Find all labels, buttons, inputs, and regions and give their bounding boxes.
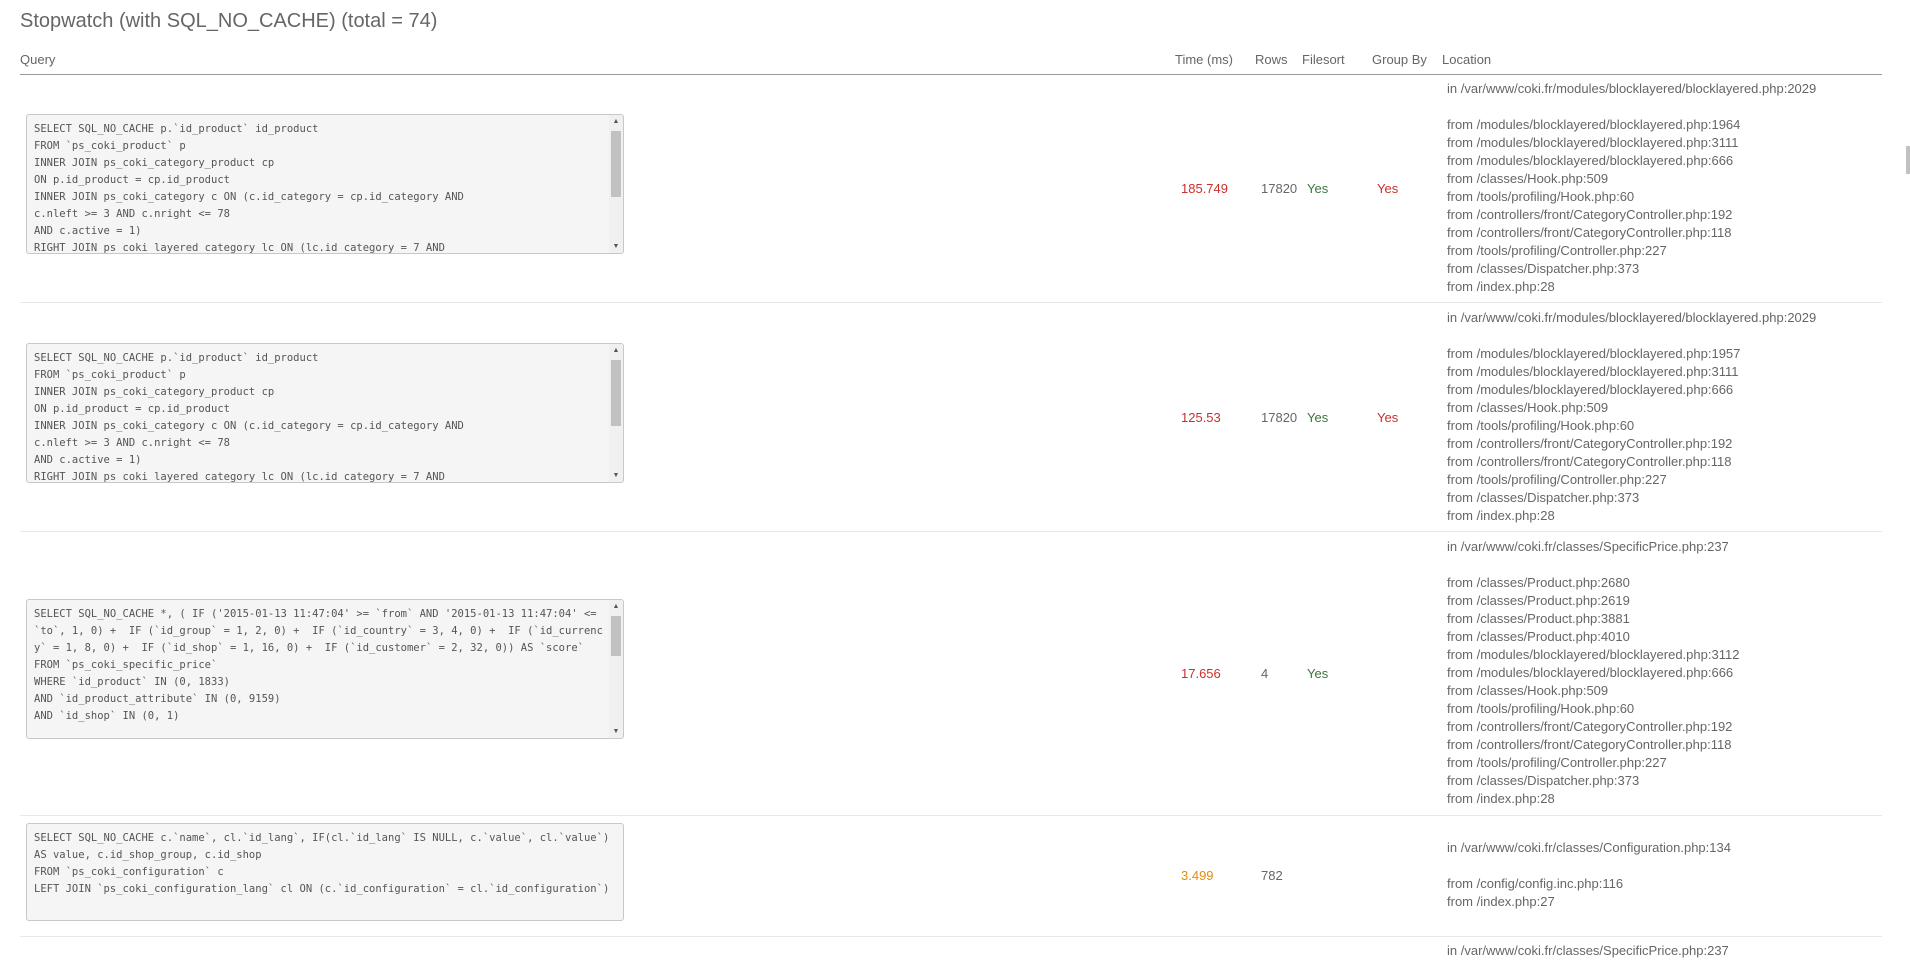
trace-line: from /classes/Hook.php:509 bbox=[1447, 400, 1609, 415]
trace-line: from /classes/Product.php:2619 bbox=[1447, 593, 1630, 608]
trace-line: from /tools/profiling/Hook.php:60 bbox=[1447, 189, 1635, 204]
query-rows: 782 bbox=[1261, 868, 1283, 883]
query-time: 185.749 bbox=[1181, 181, 1228, 196]
query-textarea[interactable]: SELECT SQL_NO_CACHE p.`id_product` id_pr… bbox=[26, 114, 624, 254]
trace-line: from /modules/blocklayered/blocklayered.… bbox=[1447, 665, 1734, 680]
stack-trace: from /modules/blocklayered/blocklayered.… bbox=[1447, 116, 1740, 296]
query-textarea[interactable]: SELECT SQL_NO_CACHE *, ( IF ('2015-01-13… bbox=[26, 599, 624, 739]
page-title: Stopwatch (with SQL_NO_CACHE) (total = 7… bbox=[20, 10, 438, 32]
scroll-down-icon[interactable]: ▼ bbox=[609, 726, 623, 737]
trace-line: from /index.php:27 bbox=[1447, 894, 1555, 909]
filesort-status: Yes bbox=[1307, 181, 1329, 196]
trace-line: from /index.php:28 bbox=[1447, 279, 1555, 294]
trace-line: from /classes/Dispatcher.php:373 bbox=[1447, 261, 1640, 276]
query-scrollbar[interactable]: ▲ ▼ bbox=[609, 115, 623, 253]
header-divider bbox=[20, 74, 1882, 75]
trace-line: from /controllers/front/CategoryControll… bbox=[1447, 436, 1733, 451]
row-divider bbox=[20, 302, 1882, 303]
trace-line: from /tools/profiling/Controller.php:227 bbox=[1447, 755, 1667, 770]
query-time: 3.499 bbox=[1181, 868, 1214, 883]
trace-line: from /classes/Dispatcher.php:373 bbox=[1447, 490, 1640, 505]
stack-trace: from /modules/blocklayered/blocklayered.… bbox=[1447, 345, 1740, 525]
stack-trace: from /classes/Product.php:2680 from /cla… bbox=[1447, 574, 1739, 808]
query-textarea[interactable]: SELECT SQL_NO_CACHE c.`name`, cl.`id_lan… bbox=[26, 823, 624, 921]
trace-line: from /modules/blocklayered/blocklayered.… bbox=[1447, 364, 1739, 379]
query-text: SELECT SQL_NO_CACHE p.`id_product` id_pr… bbox=[34, 123, 464, 253]
trace-line: from /modules/blocklayered/blocklayered.… bbox=[1447, 117, 1741, 132]
trace-line: from /classes/Product.php:4010 bbox=[1447, 629, 1630, 644]
trace-line: from /config/config.inc.php:116 bbox=[1447, 876, 1624, 891]
column-header-query: Query bbox=[20, 52, 56, 67]
trace-line: from /classes/Product.php:3881 bbox=[1447, 611, 1630, 626]
query-text: SELECT SQL_NO_CACHE c.`name`, cl.`id_lan… bbox=[34, 832, 610, 895]
query-textarea[interactable]: SELECT SQL_NO_CACHE p.`id_product` id_pr… bbox=[26, 343, 624, 483]
trace-line: from /controllers/front/CategoryControll… bbox=[1447, 454, 1732, 469]
trace-line: from /modules/blocklayered/blocklayered.… bbox=[1447, 153, 1734, 168]
column-header-filesort: Filesort bbox=[1302, 52, 1345, 67]
query-text: SELECT SQL_NO_CACHE *, ( IF ('2015-01-13… bbox=[34, 608, 603, 722]
trace-line: from /classes/Hook.php:509 bbox=[1447, 683, 1609, 698]
trace-line: from /tools/profiling/Controller.php:227 bbox=[1447, 243, 1667, 258]
scroll-up-icon[interactable]: ▲ bbox=[609, 601, 623, 612]
query-rows: 4 bbox=[1261, 666, 1269, 681]
group-by-status: Yes bbox=[1377, 181, 1399, 196]
trace-line: from /tools/profiling/Controller.php:227 bbox=[1447, 472, 1667, 487]
trace-line: from /classes/Dispatcher.php:373 bbox=[1447, 773, 1640, 788]
column-header-rows: Rows bbox=[1255, 52, 1288, 67]
query-scrollbar[interactable]: ▲ ▼ bbox=[609, 344, 623, 482]
column-header-location: Location bbox=[1442, 52, 1492, 67]
scroll-thumb[interactable] bbox=[611, 131, 621, 197]
filesort-status: Yes bbox=[1307, 410, 1329, 425]
trace-line: from /controllers/front/CategoryControll… bbox=[1447, 207, 1733, 222]
page-scrollbar-thumb[interactable] bbox=[1906, 146, 1910, 174]
location-in: in /var/www/coki.fr/classes/SpecificPric… bbox=[1447, 943, 1729, 958]
query-scrollbar[interactable]: ▲ ▼ bbox=[609, 600, 623, 738]
trace-line: from /modules/blocklayered/blocklayered.… bbox=[1447, 135, 1739, 150]
trace-line: from /modules/blocklayered/blocklayered.… bbox=[1447, 382, 1734, 397]
trace-line: from /controllers/front/CategoryControll… bbox=[1447, 225, 1732, 240]
location-in: in /var/www/coki.fr/modules/blocklayered… bbox=[1447, 81, 1817, 96]
column-header-time: Time (ms) bbox=[1175, 52, 1234, 67]
scroll-down-icon[interactable]: ▼ bbox=[609, 470, 623, 481]
trace-line: from /tools/profiling/Hook.php:60 bbox=[1447, 701, 1635, 716]
trace-line: from /controllers/front/CategoryControll… bbox=[1447, 737, 1732, 752]
group-by-status: Yes bbox=[1377, 410, 1399, 425]
trace-line: from /classes/Product.php:2680 bbox=[1447, 575, 1630, 590]
row-divider bbox=[20, 815, 1882, 816]
trace-line: from /index.php:28 bbox=[1447, 508, 1555, 523]
query-text: SELECT SQL_NO_CACHE p.`id_product` id_pr… bbox=[34, 352, 464, 482]
stack-trace: from /config/config.inc.php:116 from /in… bbox=[1447, 875, 1623, 911]
scroll-thumb[interactable] bbox=[611, 616, 621, 656]
scroll-up-icon[interactable]: ▲ bbox=[609, 345, 623, 356]
row-divider bbox=[20, 531, 1882, 532]
query-rows: 17820 bbox=[1261, 181, 1298, 196]
trace-line: from /controllers/front/CategoryControll… bbox=[1447, 719, 1733, 734]
trace-line: from /index.php:28 bbox=[1447, 791, 1555, 806]
trace-line: from /classes/Hook.php:509 bbox=[1447, 171, 1609, 186]
trace-line: from /tools/profiling/Hook.php:60 bbox=[1447, 418, 1635, 433]
location-in: in /var/www/coki.fr/classes/Configuratio… bbox=[1447, 840, 1731, 855]
row-divider bbox=[20, 936, 1882, 937]
scroll-up-icon[interactable]: ▲ bbox=[609, 116, 623, 127]
filesort-status: Yes bbox=[1307, 666, 1329, 681]
trace-line: from /modules/blocklayered/blocklayered.… bbox=[1447, 346, 1741, 361]
location-in: in /var/www/coki.fr/modules/blocklayered… bbox=[1447, 310, 1817, 325]
query-rows: 17820 bbox=[1261, 410, 1298, 425]
trace-line: from /modules/blocklayered/blocklayered.… bbox=[1447, 647, 1740, 662]
scroll-down-icon[interactable]: ▼ bbox=[609, 241, 623, 252]
scroll-thumb[interactable] bbox=[611, 360, 621, 426]
query-time: 125.53 bbox=[1181, 410, 1221, 425]
location-in: in /var/www/coki.fr/classes/SpecificPric… bbox=[1447, 539, 1729, 554]
column-header-group-by: Group By bbox=[1372, 52, 1427, 67]
query-time: 17.656 bbox=[1181, 666, 1221, 681]
